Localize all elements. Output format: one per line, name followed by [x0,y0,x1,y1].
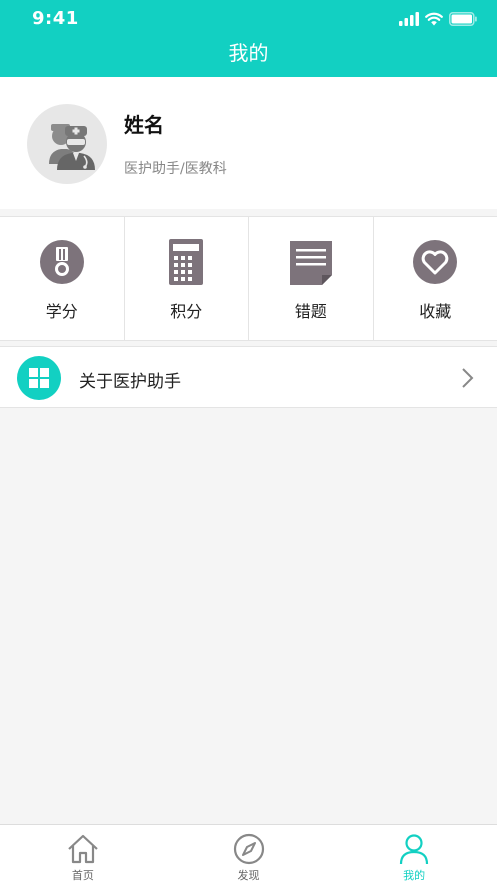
grid-icon [17,356,61,400]
menu-item-mistakes[interactable]: 错题 [249,217,374,340]
user-icon [400,834,429,865]
document-icon [289,241,332,285]
calculator-icon [169,239,204,285]
tab-discover[interactable]: 发现 [166,825,332,883]
menu-item-label: 错题 [294,302,327,321]
tab-bar: 首页 发现 我的 [0,824,497,883]
home-icon [68,834,98,864]
tab-home[interactable]: 首页 [0,825,166,883]
tab-label: 我的 [403,869,426,882]
wifi-icon [425,12,443,26]
page-title: 我的 [228,41,269,65]
status-icons [399,10,477,28]
menu-item-points[interactable]: 积分 [125,217,249,340]
compass-icon [233,833,264,865]
menu-item-credits[interactable]: 学分 [0,217,125,340]
menu-grid: 学分 积分 错题 收藏 [0,216,497,341]
battery-icon [449,12,477,26]
avatar[interactable] [27,104,107,184]
user-name: 姓名 [124,113,164,137]
about-label: 关于医护助手 [79,372,181,392]
menu-item-label: 积分 [170,302,203,321]
status-time: 9:41 [32,8,79,29]
user-department: 医护助手/医教科 [124,161,227,177]
top-bar: 9:41 我的 [0,0,497,77]
profile-card[interactable]: 姓名 医护助手/医教科 [0,77,497,209]
heart-icon [413,240,458,284]
menu-item-label: 学分 [45,302,78,321]
tab-label: 首页 [71,869,94,882]
about-row[interactable]: 关于医护助手 [0,346,497,408]
doctor-avatar-icon [49,124,95,170]
chevron-right-icon [462,368,474,388]
signal-icon [399,12,419,26]
menu-item-label: 收藏 [419,302,452,321]
tab-me[interactable]: 我的 [331,825,497,883]
tab-label: 发现 [237,869,260,882]
medal-icon [39,240,84,284]
menu-item-favorites[interactable]: 收藏 [374,217,497,340]
